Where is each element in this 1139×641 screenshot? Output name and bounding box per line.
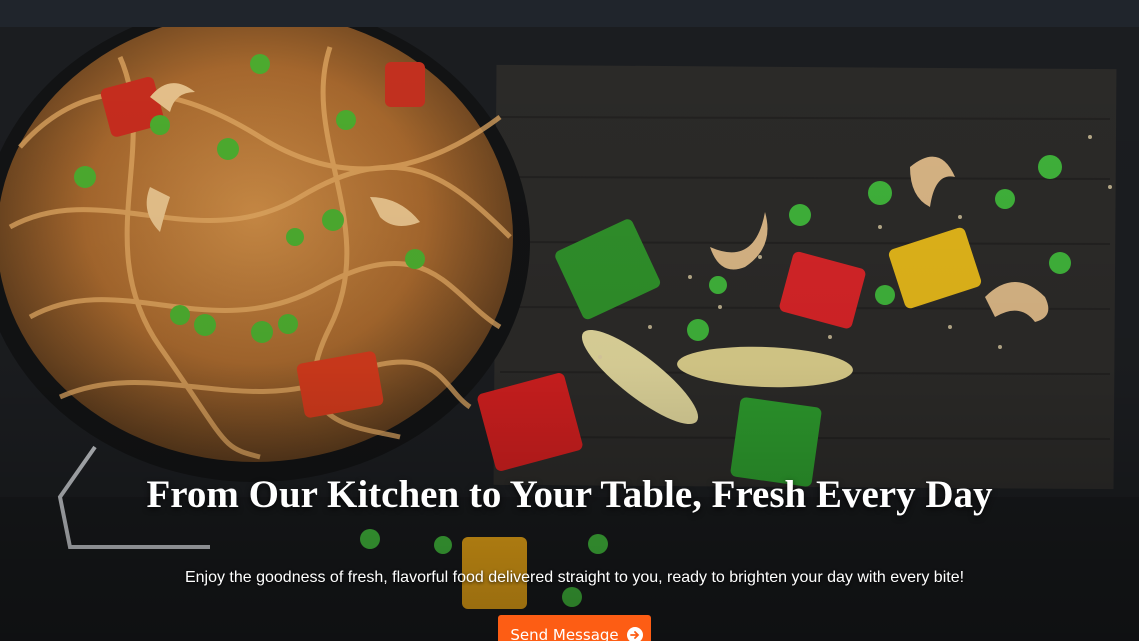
hero-headline: From Our Kitchen to Your Table, Fresh Ev… — [146, 473, 993, 516]
send-message-button[interactable]: Send Message — [498, 615, 651, 641]
hero-subtext: Enjoy the goodness of fresh, flavorful f… — [184, 569, 965, 586]
hero-overlay — [0, 27, 1139, 641]
send-message-label: Send Message — [510, 626, 619, 641]
top-navbar — [0, 0, 1139, 27]
hero-banner: From Our Kitchen to Your Table, Fresh Ev… — [0, 27, 1139, 641]
arrow-right-circle-icon — [626, 627, 643, 641]
